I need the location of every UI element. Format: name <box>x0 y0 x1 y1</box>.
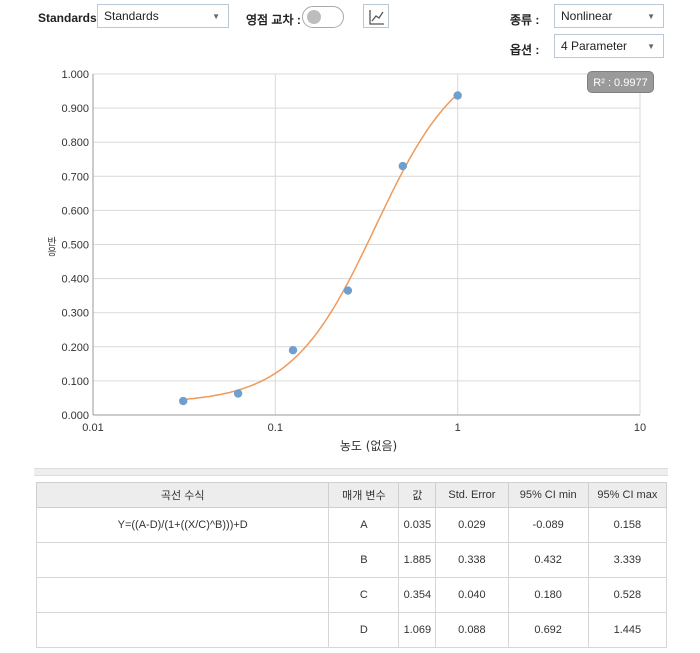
zero-cross-label: 영점 교차 : <box>246 13 301 27</box>
table-row: Y=((A-D)/(1+((X/C)^B)))+D A 0.035 0.029 … <box>35 507 668 543</box>
x-tick-label: 1 <box>455 422 461 434</box>
ci-min-cell: 0.432 <box>507 542 589 578</box>
chevron-down-icon: ▼ <box>647 42 655 51</box>
fit-curve-line <box>183 93 459 401</box>
y-tick-label: 0.700 <box>61 171 89 183</box>
formula-cell: Y=((A-D)/(1+((X/C)^B)))+D <box>35 507 330 543</box>
option-select-value: 4 Parameter <box>561 39 628 53</box>
std-error-cell: 0.040 <box>435 577 509 613</box>
param-name-cell: C <box>328 577 400 613</box>
table-row: B 1.885 0.338 0.432 3.339 <box>35 542 668 578</box>
formula-cell-empty <box>35 542 330 578</box>
y-tick-label: 0.100 <box>61 376 89 388</box>
formula-cell-empty <box>35 612 330 648</box>
x-tick-label: 10 <box>634 422 646 434</box>
y-tick-label: 0.800 <box>61 137 89 149</box>
col-header-ci-max: 95% CI max <box>587 482 668 508</box>
panel-divider[interactable] <box>34 468 668 476</box>
option-select[interactable]: 4 Parameter ▼ <box>554 34 664 58</box>
chevron-down-icon: ▼ <box>647 12 655 21</box>
type-label: 종류 : <box>510 13 540 27</box>
ci-max-cell: 3.339 <box>587 542 668 578</box>
chart-type-button[interactable] <box>363 4 389 28</box>
line-chart-icon <box>369 10 384 25</box>
y-axis-title: 반응 <box>45 236 57 256</box>
ci-min-cell: 0.692 <box>507 612 589 648</box>
standards-select[interactable]: Standards ▼ <box>97 4 229 28</box>
x-tick-label: 0.1 <box>268 422 283 434</box>
param-value-cell: 1.069 <box>398 612 437 648</box>
table-header-row: 곡선 수식 매개 변수 값 Std. Error 95% CI min 95% … <box>35 482 668 508</box>
data-point <box>398 161 407 171</box>
type-select-value: Nonlinear <box>561 9 613 23</box>
data-point <box>288 346 298 355</box>
chevron-down-icon: ▼ <box>212 12 220 21</box>
standard-curve-chart: 0.000 0.100 0.200 0.300 0.400 0.500 0.600 0.700… <box>45 69 647 453</box>
x-axis-title: 농도 (없음) <box>340 439 397 453</box>
data-point <box>233 389 243 398</box>
col-header-ci-min: 95% CI min <box>507 482 589 508</box>
y-tick-label: 0.400 <box>61 274 89 286</box>
param-name-cell: D <box>328 612 400 648</box>
param-value-cell: 0.035 <box>398 507 437 543</box>
standards-select-value: Standards <box>104 9 159 23</box>
table-row: D 1.069 0.088 0.692 1.445 <box>35 612 668 648</box>
param-name-cell: A <box>328 507 400 543</box>
zero-cross-toggle[interactable] <box>302 6 344 28</box>
col-header-parameter: 매개 변수 <box>328 482 400 508</box>
x-tick-label: 0.01 <box>82 422 103 434</box>
data-point <box>453 91 462 100</box>
param-value-cell: 0.354 <box>398 577 437 613</box>
table-row: C 0.354 0.040 0.180 0.528 <box>35 577 668 613</box>
r-squared-badge: R² : 0.9977 <box>587 71 654 93</box>
col-header-formula: 곡선 수식 <box>35 482 330 508</box>
col-header-value: 값 <box>398 482 437 508</box>
param-value-cell: 1.885 <box>398 542 437 578</box>
col-header-std-error: Std. Error <box>435 482 509 508</box>
std-error-cell: 0.029 <box>435 507 509 543</box>
ci-min-cell: -0.089 <box>507 507 589 543</box>
formula-cell-empty <box>35 577 330 613</box>
data-point <box>343 286 353 295</box>
ci-min-cell: 0.180 <box>507 577 589 613</box>
y-tick-label: 0.300 <box>61 308 89 320</box>
toggle-knob <box>307 10 321 24</box>
y-tick-label: 0.500 <box>61 240 89 252</box>
data-point <box>179 396 188 406</box>
y-tick-label: 0.200 <box>61 342 89 354</box>
ci-max-cell: 0.528 <box>587 577 668 613</box>
std-error-cell: 0.088 <box>435 612 509 648</box>
y-tick-label: 0.600 <box>61 205 89 217</box>
std-error-cell: 0.338 <box>435 542 509 578</box>
param-name-cell: B <box>328 542 400 578</box>
ci-max-cell: 1.445 <box>587 612 668 648</box>
ci-max-cell: 0.158 <box>587 507 668 543</box>
y-tick-label: 0.900 <box>61 103 89 115</box>
y-tick-label: 1.000 <box>61 69 89 81</box>
type-select[interactable]: Nonlinear ▼ <box>554 4 664 28</box>
y-tick-label: 0.000 <box>61 410 89 422</box>
option-label: 옵션 : <box>510 43 540 57</box>
parameters-table: 곡선 수식 매개 변수 값 Std. Error 95% CI min 95% … <box>35 482 668 648</box>
standards-label: Standards <box>38 11 97 25</box>
